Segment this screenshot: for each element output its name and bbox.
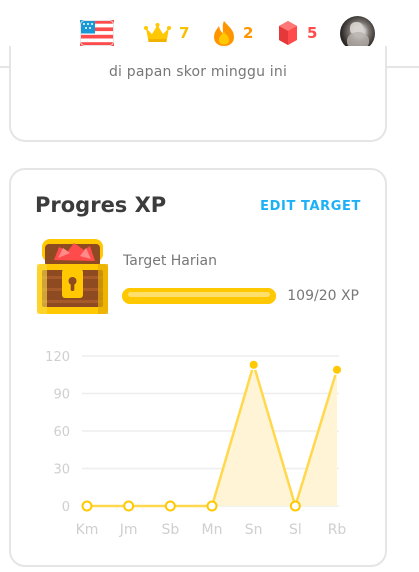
chart-point	[81, 500, 93, 512]
chart-point	[289, 500, 301, 512]
chart-point	[164, 500, 176, 512]
x-tick-label: Km	[76, 522, 99, 538]
x-tick-label: Jm	[119, 522, 138, 538]
chart-point	[331, 364, 343, 376]
y-tick-label: 120	[45, 350, 70, 365]
chart-line	[85, 363, 339, 508]
y-tick-label: 0	[62, 500, 70, 515]
x-tick-label: Sl	[289, 522, 302, 538]
x-tick-label: Sn	[245, 522, 263, 538]
x-tick-label: Sb	[161, 522, 179, 538]
chart-point	[248, 359, 260, 371]
chart-point	[123, 500, 135, 512]
y-tick-label: 60	[53, 425, 70, 440]
y-tick-label: 90	[53, 388, 70, 403]
x-tick-label: Rb	[328, 522, 347, 538]
x-tick-label: Mn	[202, 522, 223, 538]
chart-area	[87, 364, 337, 506]
chart-point	[206, 500, 218, 512]
y-tick-label: 30	[53, 463, 70, 478]
xp-weekly-chart: 0 30 60 90 120 Km Jm Sb Mn Sn Sl Rb	[45, 350, 347, 538]
